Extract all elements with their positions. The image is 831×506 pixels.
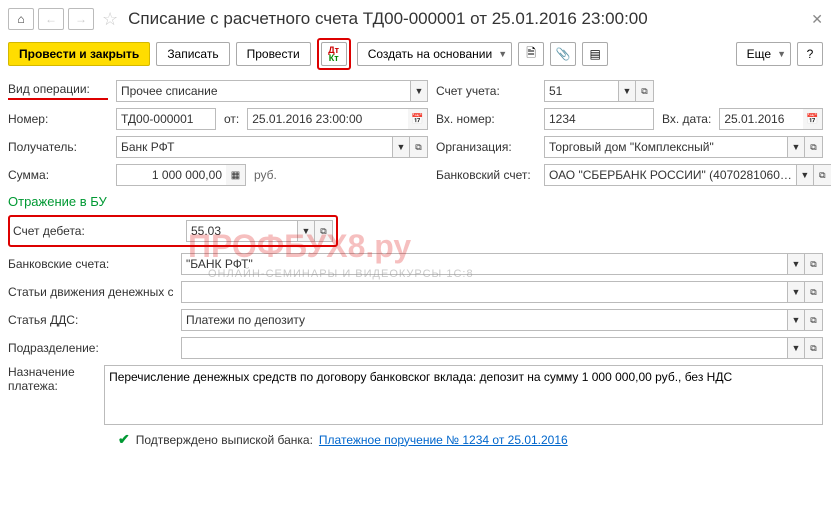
back-button[interactable]: ← xyxy=(38,8,64,30)
bank-account-label: Банковский счет: xyxy=(436,168,536,182)
check-icon[interactable]: ✔ xyxy=(118,431,130,448)
forward-button[interactable]: → xyxy=(68,8,94,30)
dropdown-icon[interactable]: ▼ xyxy=(297,220,315,242)
recipient-input[interactable]: Банк РФТ xyxy=(116,136,392,158)
dds-label: Статья ДДС: xyxy=(8,313,173,327)
division-label: Подразделение: xyxy=(8,341,173,355)
calendar-icon[interactable]: 📅 xyxy=(408,108,428,130)
page-title: Списание с расчетного счета ТД00-000001 … xyxy=(128,9,648,29)
bank-accounts-label: Банковские счета: xyxy=(8,257,173,271)
dropdown-icon[interactable]: ▼ xyxy=(392,136,410,158)
in-number-input[interactable]: 1234 xyxy=(544,108,654,130)
close-button[interactable]: ✕ xyxy=(811,11,823,28)
dt-kt-button[interactable]: ДтКт xyxy=(321,42,347,66)
operation-type-label: Вид операции: xyxy=(8,82,108,100)
currency-label: руб. xyxy=(254,168,277,182)
highlighted-debit-account: Счет дебета: 55.03 ▼ ⧉ xyxy=(8,215,338,247)
open-icon[interactable]: ⧉ xyxy=(805,309,823,331)
org-input[interactable]: Торговый дом "Комплексный" xyxy=(544,136,787,158)
post-button[interactable]: Провести xyxy=(236,42,311,66)
date-input[interactable]: 25.01.2016 23:00:00 xyxy=(247,108,408,130)
calendar-icon[interactable]: 📅 xyxy=(803,108,823,130)
open-icon[interactable]: ⧉ xyxy=(315,220,333,242)
purpose-label: Назначение платежа: xyxy=(8,365,96,393)
more-button[interactable]: Еще▼ xyxy=(736,42,791,66)
favorite-icon[interactable]: ☆ xyxy=(102,9,118,30)
confirm-label: Подтверждено выпиской банка: xyxy=(136,433,313,447)
topbar: ⌂ ← → ☆ Списание с расчетного счета ТД00… xyxy=(8,8,823,30)
dropdown-icon[interactable]: ▼ xyxy=(410,80,428,102)
dropdown-icon[interactable]: ▼ xyxy=(787,337,805,359)
open-icon[interactable]: ⧉ xyxy=(805,136,823,158)
section-bu-title: Отражение в БУ xyxy=(8,194,823,209)
toolbar: Провести и закрыть Записать Провести ДтК… xyxy=(8,38,823,70)
payment-order-link[interactable]: Платежное поручение № 1234 от 25.01.2016 xyxy=(319,433,568,447)
open-icon[interactable]: ⧉ xyxy=(814,164,831,186)
dropdown-icon[interactable]: ▼ xyxy=(787,281,805,303)
sum-label: Сумма: xyxy=(8,168,108,182)
open-icon[interactable]: ⧉ xyxy=(805,337,823,359)
operation-type-input[interactable]: Прочее списание xyxy=(116,80,410,102)
bank-accounts-input[interactable]: "БАНК РФТ" xyxy=(181,253,787,275)
purpose-textarea[interactable] xyxy=(104,365,823,425)
print-button[interactable]: 🗎 xyxy=(518,42,544,66)
number-input[interactable]: ТД00-000001 xyxy=(116,108,216,130)
highlighted-dt-kt: ДтКт xyxy=(317,38,351,70)
open-icon[interactable]: ⧉ xyxy=(805,281,823,303)
dropdown-icon[interactable]: ▼ xyxy=(618,80,636,102)
number-label: Номер: xyxy=(8,112,108,126)
dropdown-icon[interactable]: ▼ xyxy=(787,136,805,158)
dropdown-icon[interactable]: ▼ xyxy=(796,164,814,186)
org-label: Организация: xyxy=(436,140,536,154)
open-icon[interactable]: ⧉ xyxy=(805,253,823,275)
save-button[interactable]: Записать xyxy=(156,42,229,66)
attach-button[interactable]: 📎 xyxy=(550,42,576,66)
dropdown-icon[interactable]: ▼ xyxy=(787,309,805,331)
in-number-label: Вх. номер: xyxy=(436,112,536,126)
dropdown-icon[interactable]: ▼ xyxy=(787,253,805,275)
cash-flow-label: Статьи движения денежных ср... xyxy=(8,285,173,299)
bank-account-input[interactable]: ОАО "СБЕРБАНК РОССИИ" (4070281060… xyxy=(544,164,796,186)
account-label: Счет учета: xyxy=(436,84,536,98)
division-input[interactable] xyxy=(181,337,787,359)
create-based-button[interactable]: Создать на основании▼ xyxy=(357,42,512,66)
home-button[interactable]: ⌂ xyxy=(8,8,34,30)
open-icon[interactable]: ⧉ xyxy=(410,136,428,158)
post-and-close-button[interactable]: Провести и закрыть xyxy=(8,42,150,66)
dds-input[interactable]: Платежи по депозиту xyxy=(181,309,787,331)
in-date-label: Вх. дата: xyxy=(662,112,711,126)
help-button[interactable]: ? xyxy=(797,42,823,66)
recipient-label: Получатель: xyxy=(8,140,108,154)
cash-flow-input[interactable] xyxy=(181,281,787,303)
in-date-input[interactable]: 25.01.2016 xyxy=(719,108,803,130)
sum-input[interactable]: 1 000 000,00 xyxy=(116,164,226,186)
debit-account-label: Счет дебета: xyxy=(13,224,178,238)
debit-account-input[interactable]: 55.03 xyxy=(186,220,297,242)
from-label: от: xyxy=(224,112,239,126)
account-input[interactable]: 51 xyxy=(544,80,618,102)
open-icon[interactable]: ⧉ xyxy=(636,80,654,102)
calculator-icon[interactable]: ▦ xyxy=(226,164,246,186)
report-button[interactable]: ▤ xyxy=(582,42,608,66)
